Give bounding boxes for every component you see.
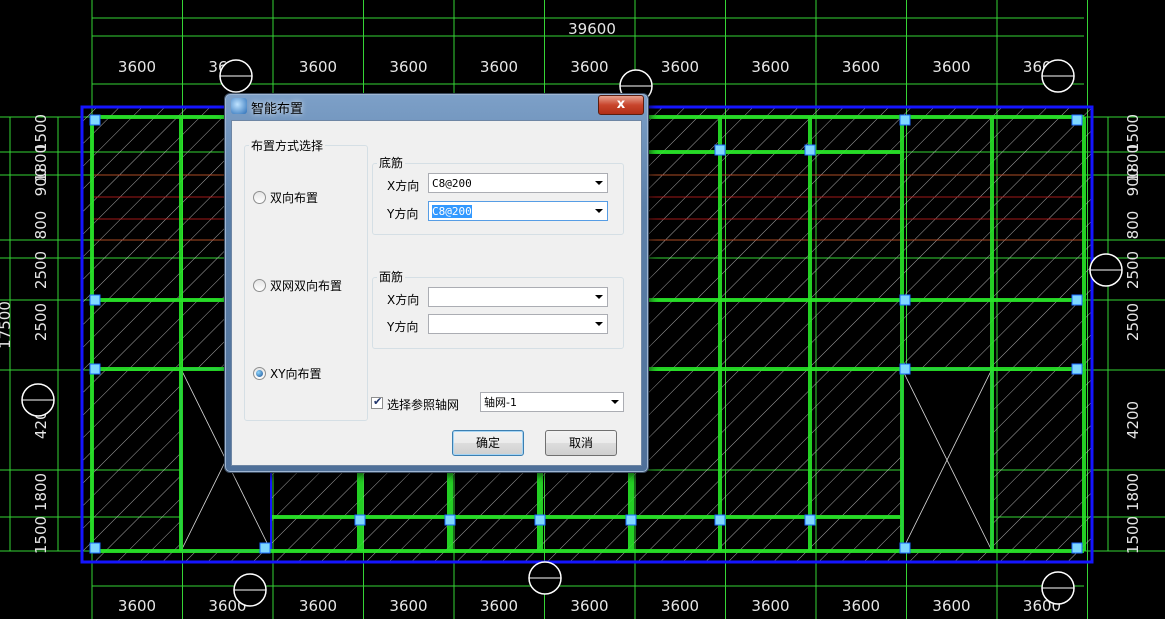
column bbox=[1071, 114, 1083, 126]
left-dimension: 2500 bbox=[32, 251, 50, 289]
left-dimension: 1500 bbox=[32, 516, 50, 554]
radio-label: 双向布置 bbox=[270, 191, 319, 205]
bottom-y-label: Y方向 bbox=[387, 207, 419, 221]
radio-bidirectional[interactable]: 双向布置 bbox=[253, 189, 318, 206]
bottom-bay-dimension: 3600 bbox=[932, 597, 970, 615]
method-group-label: 布置方式选择 bbox=[249, 137, 326, 154]
bottom-bay-dimension: 3600 bbox=[751, 597, 789, 615]
dropdown-arrow-icon[interactable] bbox=[595, 295, 603, 299]
right-dimension: 900 bbox=[1124, 168, 1142, 197]
top-bay-dimension: 3600 bbox=[299, 58, 337, 76]
left-dimension: 2500 bbox=[32, 303, 50, 341]
column bbox=[899, 114, 911, 126]
top-bay-dimension: 3600 bbox=[480, 58, 518, 76]
column bbox=[1071, 363, 1083, 375]
column bbox=[625, 514, 637, 526]
top-x-label: X方向 bbox=[387, 293, 420, 307]
column bbox=[899, 363, 911, 375]
column bbox=[89, 363, 101, 375]
bottom-bay-dimension: 3600 bbox=[389, 597, 427, 615]
dropdown-arrow-icon[interactable] bbox=[595, 322, 603, 326]
top-bay-dimension: 3600 bbox=[932, 58, 970, 76]
bottom-bay-dimension: 3600 bbox=[842, 597, 880, 615]
top-bar-label: 面筋 bbox=[377, 268, 406, 285]
top-bay-dimension: 3600 bbox=[570, 58, 608, 76]
top-bay-dimension: 3600 bbox=[661, 58, 699, 76]
dropdown-arrow-icon[interactable] bbox=[611, 400, 619, 404]
dropdown-arrow-icon[interactable] bbox=[595, 209, 603, 213]
column bbox=[899, 542, 911, 554]
right-dimension: 1500 bbox=[1124, 516, 1142, 554]
column bbox=[1071, 542, 1083, 554]
right-dimension: 1800 bbox=[1124, 473, 1142, 511]
column bbox=[714, 514, 726, 526]
top-bay-dimension: 3600 bbox=[389, 58, 427, 76]
bottom-x-label: X方向 bbox=[387, 179, 420, 193]
left-dimension: 800 bbox=[32, 211, 50, 240]
top-y-label: Y方向 bbox=[387, 320, 419, 334]
close-button[interactable]: x bbox=[598, 95, 644, 115]
column bbox=[804, 514, 816, 526]
dropdown-arrow-icon[interactable] bbox=[595, 181, 603, 185]
right-dimension: 800 bbox=[1124, 211, 1142, 240]
bottom-bar-label: 底筋 bbox=[377, 154, 406, 171]
left-total-dimension: 17500 bbox=[0, 301, 14, 349]
cancel-button[interactable]: 取消 bbox=[545, 430, 617, 456]
radio-double-mesh[interactable]: 双网双向布置 bbox=[253, 277, 342, 294]
bottom-bay-dimension: 3600 bbox=[570, 597, 608, 615]
top-y-combo[interactable] bbox=[428, 314, 608, 334]
left-dimension: 1800 bbox=[32, 473, 50, 511]
dialog-title: 智能布置 bbox=[251, 102, 304, 117]
bottom-bay-dimension: 3600 bbox=[299, 597, 337, 615]
column bbox=[534, 514, 546, 526]
radio-circle-selected[interactable] bbox=[253, 367, 266, 380]
radio-label: XY向布置 bbox=[270, 367, 322, 381]
column bbox=[444, 514, 456, 526]
top-bay-dimension: 3600 bbox=[118, 58, 156, 76]
combo-value: 轴网-1 bbox=[484, 396, 517, 409]
bottom-y-combo[interactable]: C8@200 bbox=[428, 201, 608, 221]
dialog-body: 布置方式选择 双向布置 双网双向布置 XY向布置 底筋 X方向 C8@200 Y… bbox=[231, 120, 642, 466]
app-icon bbox=[231, 98, 247, 114]
smart-layout-dialog[interactable]: 智能布置 x 布置方式选择 双向布置 双网双向布置 XY向布置 底筋 X方向 C… bbox=[224, 93, 649, 473]
ref-grid-combo[interactable]: 轴网-1 bbox=[480, 392, 624, 412]
column bbox=[1071, 294, 1083, 306]
ok-button[interactable]: 确定 bbox=[452, 430, 524, 456]
column bbox=[804, 144, 816, 156]
bottom-x-combo[interactable]: C8@200 bbox=[428, 173, 608, 193]
column bbox=[714, 144, 726, 156]
column bbox=[259, 542, 271, 554]
ref-grid-checkbox-label[interactable]: 选择参照轴网 bbox=[387, 396, 459, 413]
checkmark-icon: ✔ bbox=[373, 395, 383, 408]
bottom-bay-dimension: 3600 bbox=[118, 597, 156, 615]
right-dimension: 2500 bbox=[1124, 251, 1142, 289]
combo-value: C8@200 bbox=[432, 177, 472, 190]
radio-label: 双网双向布置 bbox=[270, 279, 343, 293]
top-x-combo[interactable] bbox=[428, 287, 608, 307]
dialog-titlebar[interactable]: 智能布置 x bbox=[225, 94, 648, 118]
radio-circle[interactable] bbox=[253, 279, 266, 292]
right-dimension: 2500 bbox=[1124, 303, 1142, 341]
top-bay-dimension: 3600 bbox=[751, 58, 789, 76]
column bbox=[354, 514, 366, 526]
overall-dimension-label: 39600 bbox=[568, 20, 616, 38]
right-dimension: 4200 bbox=[1124, 401, 1142, 439]
column bbox=[89, 114, 101, 126]
top-bay-dimension: 3600 bbox=[842, 58, 880, 76]
left-dimension: 900 bbox=[32, 168, 50, 197]
column bbox=[899, 294, 911, 306]
bottom-bay-dimension: 3600 bbox=[661, 597, 699, 615]
radio-circle[interactable] bbox=[253, 191, 266, 204]
bottom-bay-dimension: 3600 bbox=[480, 597, 518, 615]
ref-grid-checkbox[interactable]: ✔ bbox=[371, 395, 383, 409]
column bbox=[89, 542, 101, 554]
radio-xy[interactable]: XY向布置 bbox=[253, 365, 322, 382]
column bbox=[89, 294, 101, 306]
combo-value-selected: C8@200 bbox=[432, 205, 472, 218]
